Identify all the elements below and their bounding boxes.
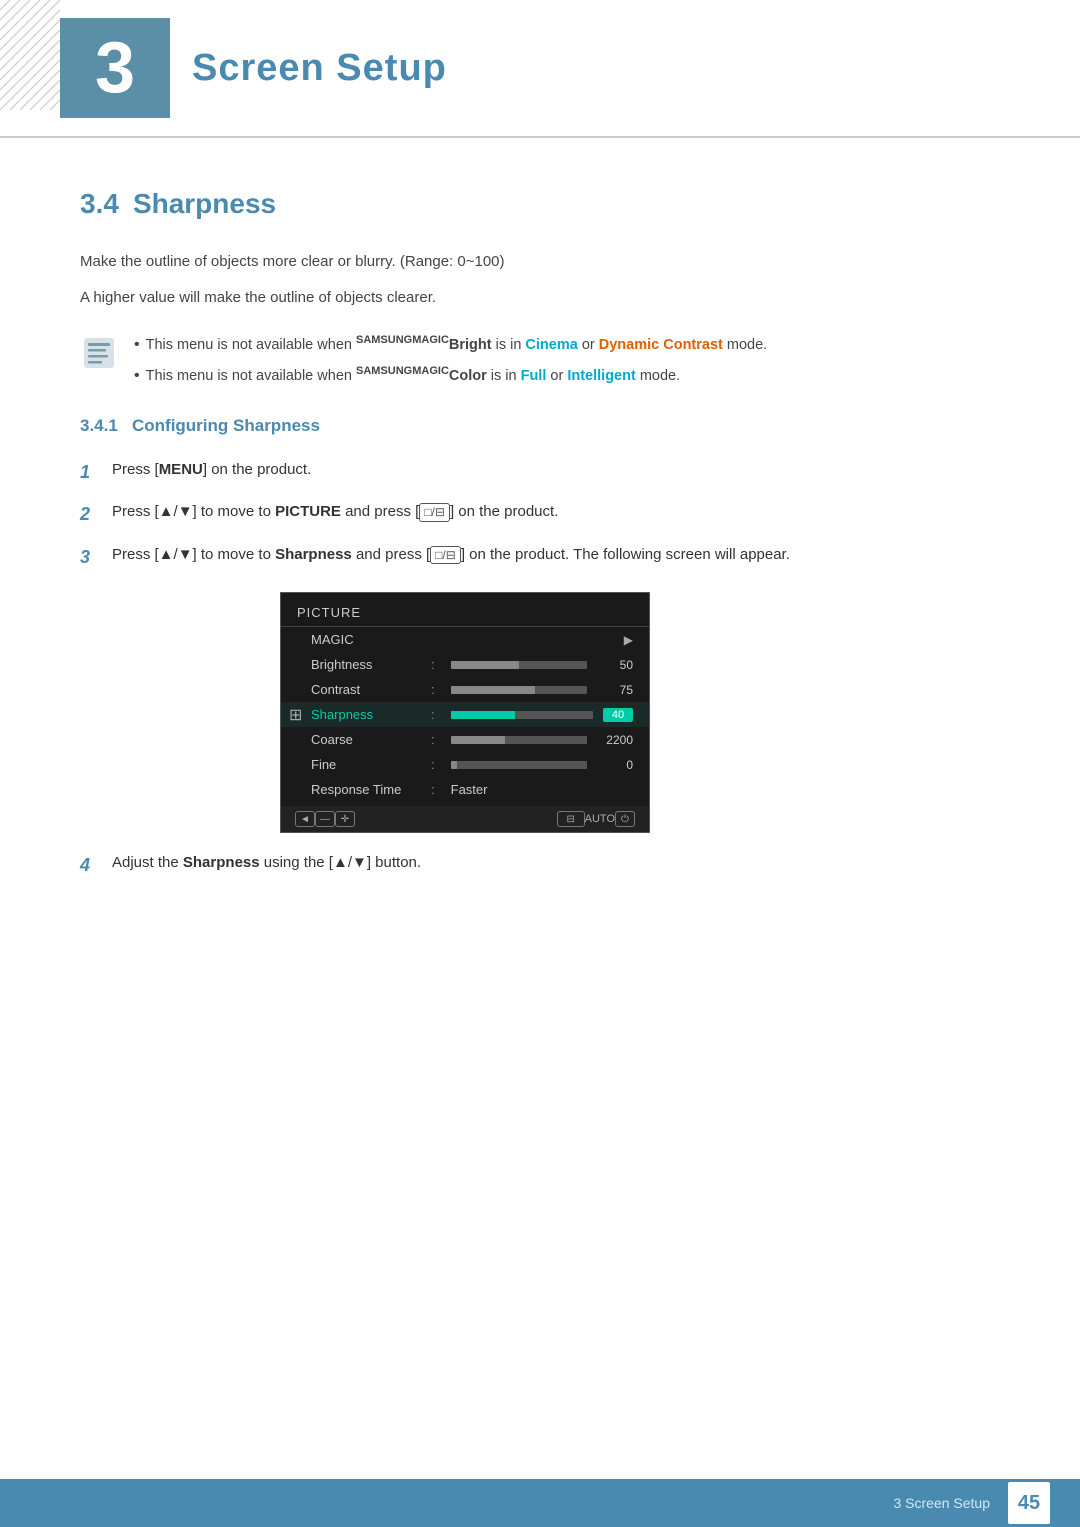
footer-btn-plus: ✛ xyxy=(335,811,355,827)
step-1-number: 1 xyxy=(80,458,98,487)
menu-item-brightness: Brightness : 50 xyxy=(281,652,649,677)
menu-footer: ◄ — ✛ ⊟ AUTO ⏻ xyxy=(281,806,649,832)
menu-item-fine: Fine : 0 xyxy=(281,752,649,777)
chapter-header: 3 Screen Setup xyxy=(0,0,1080,138)
diagonal-decoration xyxy=(0,0,60,110)
enter-icon: ⊟ xyxy=(557,811,585,827)
subsection-number: 3.4.1 xyxy=(80,416,118,435)
subsection-heading: Configuring Sharpness xyxy=(132,416,320,435)
footer-auto-label: AUTO xyxy=(585,813,615,825)
menu-item-coarse: Coarse : 2200 xyxy=(281,727,649,752)
step-4-number: 4 xyxy=(80,851,98,880)
minus-icon: — xyxy=(315,811,335,827)
back-icon: ◄ xyxy=(295,811,315,827)
picture-menu-screenshot: PICTURE MAGIC ▶ Brightness : 50 Contrast xyxy=(280,592,650,833)
arrow-right-icon: ▶ xyxy=(624,633,633,647)
footer-btn-minus: — xyxy=(315,811,335,827)
chapter-number: 3 xyxy=(60,18,170,118)
note-line-1: This menu is not available when SAMSUNGM… xyxy=(134,332,767,357)
note-box: This menu is not available when SAMSUNGM… xyxy=(80,332,1000,388)
footer-btn-back: ◄ xyxy=(295,811,315,827)
menu-item-contrast: Contrast : 75 xyxy=(281,677,649,702)
sharpness-icon: ⊞ xyxy=(289,705,302,725)
power-icon: ⏻ xyxy=(615,811,635,827)
step-3-number: 3 xyxy=(80,543,98,572)
footer-btn-power: ⏻ xyxy=(615,811,635,827)
description-1: Make the outline of objects more clear o… xyxy=(80,250,1000,274)
menu-item-response-time: Response Time : Faster xyxy=(281,777,649,802)
footer-btn-enter: ⊟ xyxy=(557,811,585,827)
steps-list: 1 Press [MENU] on the product. 2 Press [… xyxy=(80,458,1000,572)
step-1: 1 Press [MENU] on the product. xyxy=(80,458,1000,487)
step-3-text: Press [▲/▼] to move to Sharpness and pre… xyxy=(112,543,1000,567)
section-heading: Sharpness xyxy=(133,188,276,220)
step-2-number: 2 xyxy=(80,500,98,529)
footer-section-label: 3 Screen Setup xyxy=(893,1495,990,1511)
section-title: 3.4 Sharpness xyxy=(80,188,1000,220)
step-4: 4 Adjust the Sharpness using the [▲/▼] b… xyxy=(80,851,1000,880)
section-number: 3.4 xyxy=(80,188,119,220)
chapter-title: Screen Setup xyxy=(192,47,447,90)
note-lines: This menu is not available when SAMSUNGM… xyxy=(134,332,767,388)
step-3: 3 Press [▲/▼] to move to Sharpness and p… xyxy=(80,543,1000,572)
steps-list-2: 4 Adjust the Sharpness using the [▲/▼] b… xyxy=(80,851,1000,880)
footer-page-number: 45 xyxy=(1008,1482,1050,1524)
menu-header: PICTURE xyxy=(281,601,649,627)
step-2: 2 Press [▲/▼] to move to PICTURE and pre… xyxy=(80,500,1000,529)
step-1-text: Press [MENU] on the product. xyxy=(112,458,1000,482)
main-content: 3.4 Sharpness Make the outline of object… xyxy=(0,138,1080,980)
menu-item-magic: MAGIC ▶ xyxy=(281,627,649,652)
picture-menu: PICTURE MAGIC ▶ Brightness : 50 Contrast xyxy=(280,592,650,833)
step-2-text: Press [▲/▼] to move to PICTURE and press… xyxy=(112,500,1000,524)
subsection-title: 3.4.1 Configuring Sharpness xyxy=(80,416,1000,436)
page-footer: 3 Screen Setup 45 xyxy=(0,1479,1080,1527)
note-icon xyxy=(80,334,118,372)
step-4-text: Adjust the Sharpness using the [▲/▼] but… xyxy=(112,851,1000,875)
description-2: A higher value will make the outline of … xyxy=(80,286,1000,310)
menu-item-sharpness: ⊞ Sharpness : 40 xyxy=(281,702,649,727)
plus-icon: ✛ xyxy=(335,811,355,827)
note-line-2: This menu is not available when SAMSUNGM… xyxy=(134,363,767,388)
